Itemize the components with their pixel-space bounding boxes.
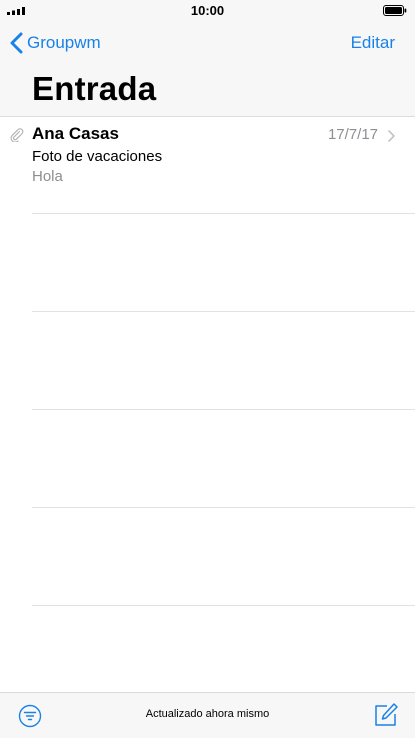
mail-sender: Ana Casas bbox=[32, 124, 119, 143]
back-button-label: Groupwm bbox=[27, 33, 101, 52]
mail-inbox-screen: 10:00 Groupwm Editar Entrada Ana Casas 1… bbox=[0, 0, 415, 738]
mail-date: 17/7/17 bbox=[327, 126, 378, 143]
bottom-toolbar: Actualizado ahora mismo bbox=[0, 692, 415, 738]
empty-list-row bbox=[0, 312, 415, 410]
mail-list: Ana Casas 17/7/17 Foto de vacaciones Hol… bbox=[0, 117, 415, 606]
battery-icon bbox=[383, 5, 407, 16]
page-title: Entrada bbox=[32, 70, 157, 107]
mail-preview: Hola bbox=[32, 168, 63, 185]
mail-list-item[interactable]: Ana Casas 17/7/17 Foto de vacaciones Hol… bbox=[0, 117, 415, 214]
update-status-text: Actualizado ahora mismo bbox=[145, 708, 270, 720]
back-button[interactable]: Groupwm bbox=[10, 31, 101, 55]
compose-icon[interactable] bbox=[373, 702, 399, 728]
navigation-header: Groupwm Editar Entrada bbox=[0, 22, 415, 117]
edit-button[interactable]: Editar bbox=[351, 33, 395, 53]
paperclip-icon bbox=[10, 128, 24, 142]
status-bar: 10:00 bbox=[0, 0, 415, 22]
chevron-right-icon bbox=[388, 130, 395, 142]
empty-list-row bbox=[0, 410, 415, 508]
status-time: 10:00 bbox=[190, 3, 225, 18]
mail-subject: Foto de vacaciones bbox=[32, 148, 163, 165]
empty-list-row bbox=[0, 508, 415, 606]
chevron-left-icon bbox=[10, 32, 23, 54]
empty-list-row bbox=[0, 214, 415, 312]
